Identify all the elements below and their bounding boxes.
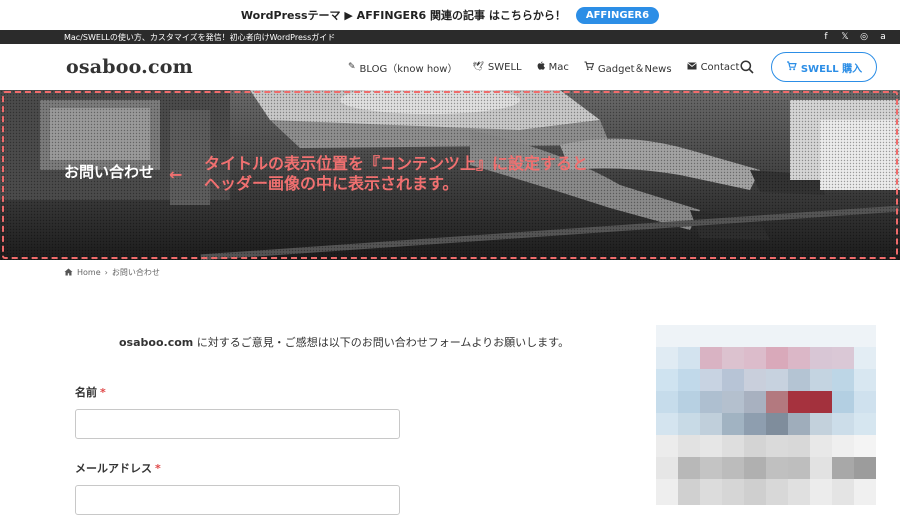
- bird-icon: 🕊: [472, 62, 484, 72]
- amazon-icon[interactable]: a: [878, 32, 888, 42]
- name-field-label: 名前 *: [75, 384, 106, 400]
- main-nav: ✎ BLOG（know how） 🕊 SWELL Mac Gadget＆News…: [348, 44, 739, 90]
- search-icon[interactable]: [740, 59, 754, 74]
- pixelated-image: [656, 325, 876, 505]
- breadcrumb-current: お問い合わせ: [111, 268, 160, 277]
- affinger6-button[interactable]: AFFINGER6: [575, 6, 660, 24]
- subheader-bar: Mac/SWELLの使い方、カスタマイズを発信！初心者向けWordPressガイ…: [0, 30, 900, 44]
- home-icon[interactable]: [64, 268, 73, 278]
- swell-purchase-label: SWELL 購入: [800, 63, 863, 75]
- intro-site-name: osaboo.com: [119, 336, 194, 349]
- email-field-label: メールアドレス *: [75, 460, 161, 476]
- intro-text: に対するご意見・ご感想は以下のお問い合わせフォームよりお願いします。: [193, 336, 570, 349]
- mail-icon: [686, 61, 697, 73]
- annotation-arrow: ←: [169, 165, 183, 184]
- breadcrumb-separator: ›: [104, 268, 108, 277]
- social-links: f 𝕏 ◎ a: [821, 32, 888, 42]
- nav-item-label: Gadget＆News: [597, 63, 672, 75]
- site-tagline: Mac/SWELLの使い方、カスタマイズを発信！初心者向けWordPressガイ…: [64, 32, 336, 42]
- pen-icon: ✎: [348, 62, 356, 72]
- apple-icon: [537, 61, 545, 74]
- annotation-note-line-1: タイトルの表示位置を『コンテンツ上』に設定すると: [204, 154, 589, 173]
- breadcrumb: Home › お問い合わせ: [64, 267, 160, 278]
- breadcrumb-home-link[interactable]: Home: [77, 268, 101, 277]
- nav-item-label: SWELL: [487, 61, 522, 73]
- nav-item-label: Contact: [700, 61, 740, 73]
- announcement-text[interactable]: WordPressテーマ ▶ AFFINGER6 関連の記事 はこちらから！: [241, 7, 566, 23]
- cart-icon: [786, 60, 797, 74]
- annotation-note-line-2: ヘッダー画像の中に表示されます。: [204, 174, 459, 193]
- cart-icon: [584, 61, 594, 74]
- announcement-bar: WordPressテーマ ▶ AFFINGER6 関連の記事 はこちらから！ A…: [0, 0, 900, 30]
- facebook-icon[interactable]: f: [821, 32, 831, 42]
- nav-item-label: BLOG（know how）: [359, 63, 458, 75]
- x-icon[interactable]: 𝕏: [840, 32, 850, 42]
- nav-item-label: Mac: [548, 61, 569, 73]
- swell-purchase-button[interactable]: SWELL 購入: [771, 52, 877, 82]
- email-label-text: メールアドレス: [75, 462, 152, 475]
- page-title: お問い合わせ: [64, 163, 155, 181]
- site-logo[interactable]: osaboo.com: [66, 56, 193, 78]
- name-field[interactable]: [75, 409, 400, 439]
- sidebar-pixelated-banner[interactable]: [656, 325, 876, 505]
- name-label-text: 名前: [75, 386, 97, 399]
- nav-item-mac[interactable]: Mac: [537, 61, 569, 74]
- nav-item-contact[interactable]: Contact: [686, 61, 740, 73]
- contact-intro: osaboo.com に対するご意見・ご感想は以下のお問い合わせフォームよりお願…: [119, 334, 569, 350]
- nav-item-swell[interactable]: 🕊 SWELL: [472, 62, 521, 73]
- required-mark: *: [155, 462, 161, 475]
- email-field[interactable]: [75, 485, 400, 515]
- nav-item-blog[interactable]: ✎ BLOG（know how）: [348, 60, 457, 75]
- required-mark: *: [100, 386, 106, 399]
- nav-item-gadget-news[interactable]: Gadget＆News: [584, 60, 672, 75]
- site-header: osaboo.com ✎ BLOG（know how） 🕊 SWELL Mac …: [0, 44, 900, 90]
- annotation-note: タイトルの表示位置を『コンテンツ上』に設定すると ヘッダー画像の中に表示されます…: [204, 154, 588, 194]
- instagram-icon[interactable]: ◎: [859, 32, 869, 42]
